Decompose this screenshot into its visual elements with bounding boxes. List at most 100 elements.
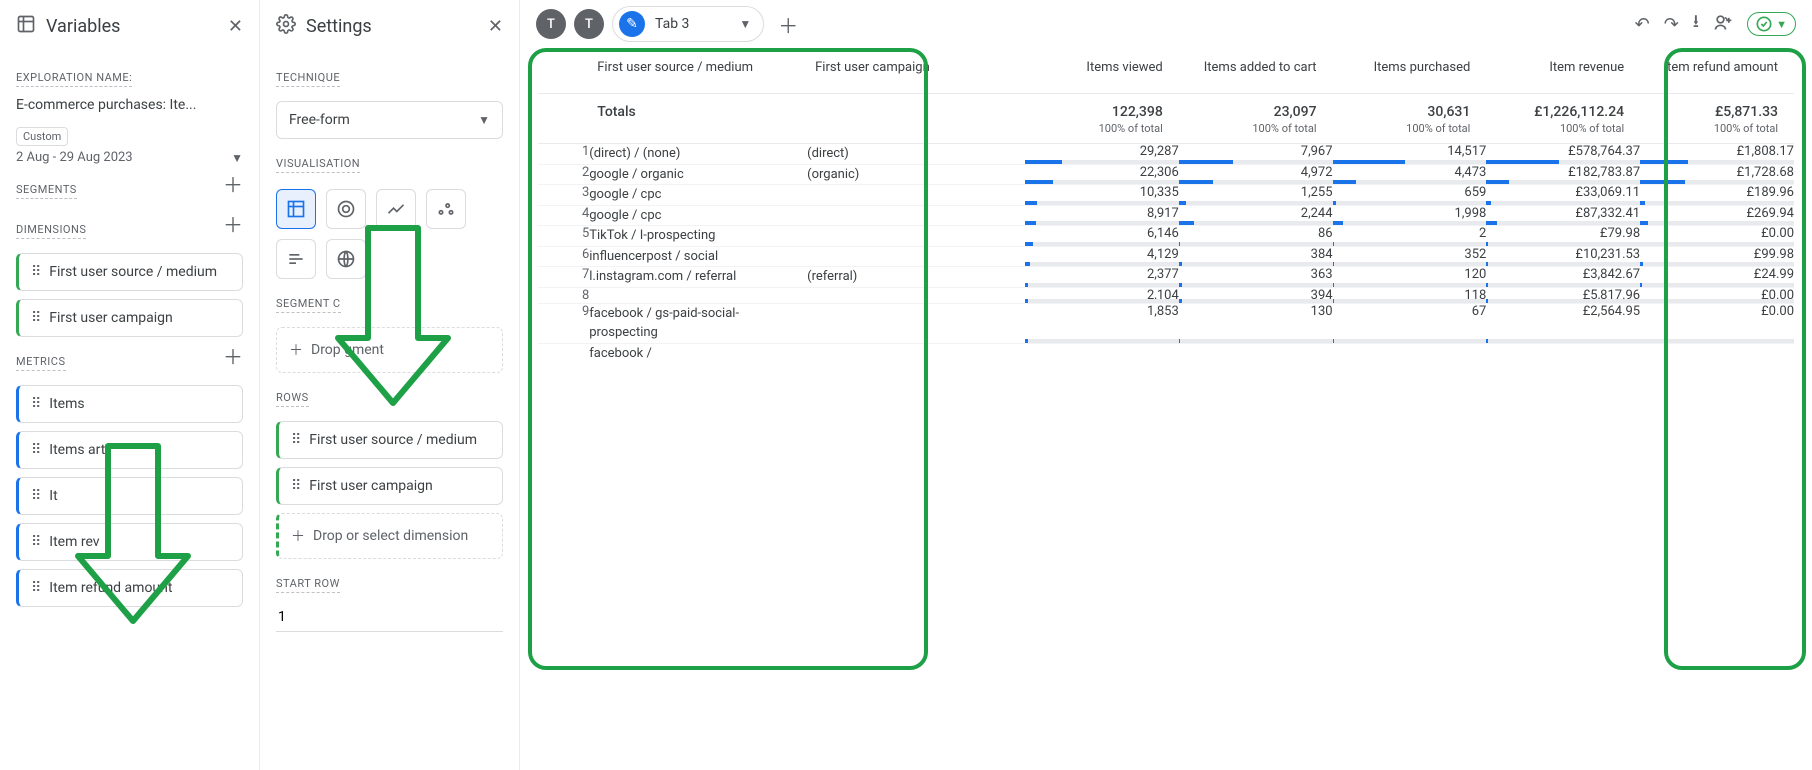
drag-handle-icon: ⠿ — [31, 442, 41, 458]
close-icon[interactable]: ✕ — [228, 18, 243, 36]
totals-items-purchased: 30,631100% of total — [1333, 94, 1487, 144]
col-first-user-campaign[interactable]: First user campaign — [807, 48, 1025, 94]
totals-item-revenue: £1,226,112.24100% of total — [1486, 94, 1640, 144]
tab-1-button[interactable]: T — [536, 9, 566, 39]
download-icon[interactable]: ⭳ — [1693, 9, 1699, 39]
exploration-name[interactable]: E-commerce purchases: Ite... — [16, 97, 243, 113]
chip-item-rev[interactable]: ⠿ Item rev — [16, 523, 243, 561]
pencil-icon: ✎ — [619, 11, 645, 37]
table-row[interactable]: 7l.instagram.com / referral(referral)2,3… — [538, 267, 1794, 288]
chip-label: Items — [49, 396, 84, 412]
undo-icon[interactable]: ↶ — [1635, 14, 1650, 35]
chip-first-user-campaign[interactable]: ⠿ First user campaign — [16, 299, 243, 337]
drop-segment-zone[interactable]: ＋ Drop gment — [276, 327, 503, 373]
table-row[interactable]: 4google / cpc8,9172,2441,998£87,332.41£2… — [538, 205, 1794, 226]
drag-handle-icon: ⠿ — [291, 432, 301, 448]
date-preset-chip[interactable]: Custom — [16, 127, 68, 146]
segments-label: SEGMENTS — [16, 183, 77, 199]
add-tab-button[interactable]: ＋ — [772, 8, 804, 40]
drop-dimension-label: Drop or select dimension — [313, 528, 468, 544]
chip-label: First user campaign — [49, 310, 172, 326]
share-icon[interactable] — [1713, 12, 1733, 37]
data-table-wrap: First user source / medium First user ca… — [520, 48, 1812, 770]
table-row[interactable]: 82,104394118£5,817.96£0.00 — [538, 287, 1794, 303]
chip-first-user-source-medium[interactable]: ⠿ First user source / medium — [276, 421, 503, 459]
chip-label: Items art — [49, 442, 105, 458]
chevron-down-icon: ▼ — [478, 113, 490, 127]
chip-label: Item refund amount — [49, 580, 172, 596]
drag-handle-icon: ⠿ — [291, 478, 301, 494]
add-metric-button[interactable]: ＋ — [223, 347, 243, 367]
table-row[interactable]: facebook / — [538, 343, 1794, 363]
col-item-revenue[interactable]: Item revenue — [1486, 48, 1640, 94]
table-row[interactable]: 3google / cpc10,3351,255659£33,069.11£18… — [538, 185, 1794, 206]
drag-handle-icon: ⠿ — [31, 310, 41, 326]
technique-label: TECHNIQUE — [276, 71, 340, 87]
data-table: First user source / medium First user ca… — [538, 48, 1794, 363]
start-row-input[interactable] — [276, 603, 503, 632]
plus-icon: ＋ — [291, 526, 305, 546]
main-area: T T ✎ Tab 3 ▼ ＋ ↶ ↷ ⭳ ▼ — [520, 0, 1812, 770]
chip-item-refund-amount[interactable]: ⠿Item refund amount — [16, 569, 243, 607]
col-items-purchased[interactable]: Items purchased — [1333, 48, 1487, 94]
chip-first-user-campaign[interactable]: ⠿First user campaign — [276, 467, 503, 505]
chip-items[interactable]: ⠿ Items — [16, 385, 243, 423]
table-row[interactable]: 1(direct) / (none)(direct)29,2877,96714,… — [538, 144, 1794, 165]
start-row-label: START ROW — [276, 577, 340, 593]
table-row[interactable]: 6influencerpost / social4,129384352£10,2… — [538, 246, 1794, 267]
col-items-viewed[interactable]: Items viewed — [1025, 48, 1179, 94]
chip-first-user-source-medium[interactable]: ⠿First user source / medium — [16, 253, 243, 291]
close-icon[interactable]: ✕ — [488, 18, 503, 36]
gear-icon — [276, 14, 296, 39]
dimensions-label: DIMENSIONS — [16, 223, 86, 239]
drop-segment-label: Drop gment — [311, 342, 384, 358]
variables-panel: Variables ✕ EXPLORATION NAME: E-commerce… — [0, 0, 260, 770]
variables-icon — [16, 14, 36, 39]
chevron-down-icon[interactable]: ▼ — [739, 17, 757, 31]
col-first-user-source-medium[interactable]: First user source / medium — [589, 48, 807, 94]
drag-handle-icon: ⠿ — [31, 534, 41, 550]
table-row[interactable]: 2google / organic(organic)22,3064,9724,4… — [538, 164, 1794, 185]
viz-table-button[interactable] — [276, 189, 316, 229]
drag-handle-icon: ⠿ — [31, 396, 41, 412]
col-items-added-to-cart[interactable]: Items added to cart — [1179, 48, 1333, 94]
viz-bar-button[interactable] — [276, 239, 316, 279]
tab-active-name: Tab 3 — [655, 16, 729, 32]
viz-line-button[interactable] — [376, 189, 416, 229]
chip-label: It — [49, 488, 57, 504]
chip-label: First user source / medium — [309, 432, 477, 448]
chip-label: First user source / medium — [49, 264, 217, 280]
add-segment-button[interactable]: ＋ — [223, 175, 243, 195]
chip-items-art[interactable]: ⠿ Items art — [16, 431, 243, 469]
visualisation-label: VISUALISATION — [276, 157, 360, 173]
settings-panel: Settings ✕ TECHNIQUE Free-form ▼ VISUALI… — [260, 0, 520, 770]
toolbar: T T ✎ Tab 3 ▼ ＋ ↶ ↷ ⭳ ▼ — [520, 0, 1812, 48]
status-check-button[interactable]: ▼ — [1747, 12, 1796, 36]
chip-label: Item rev — [49, 534, 99, 550]
date-range-picker[interactable]: 2 Aug - 29 Aug 2023 ▼ — [16, 150, 243, 165]
metrics-label: METRICS — [16, 355, 66, 371]
totals-items-viewed: 122,398100% of total — [1025, 94, 1179, 144]
viz-donut-button[interactable] — [326, 189, 366, 229]
totals-items-added: 23,097100% of total — [1179, 94, 1333, 144]
chevron-down-icon: ▼ — [231, 151, 243, 165]
drop-dimension-zone[interactable]: ＋ Drop or select dimension — [276, 513, 503, 559]
tab-active[interactable]: ✎ Tab 3 ▼ — [612, 6, 764, 42]
redo-icon[interactable]: ↷ — [1664, 14, 1679, 35]
chip-it[interactable]: ⠿ It — [16, 477, 243, 515]
viz-geo-button[interactable] — [326, 239, 366, 279]
technique-value: Free-form — [289, 112, 350, 128]
add-dimension-button[interactable]: ＋ — [223, 215, 243, 235]
settings-title: Settings — [306, 16, 372, 37]
plus-icon: ＋ — [289, 340, 303, 360]
totals-item-refund: £5,871.33100% of total — [1640, 94, 1794, 144]
viz-scatter-button[interactable] — [426, 189, 466, 229]
segment-comp-label: SEGMENT C — [276, 297, 341, 313]
tab-2-button[interactable]: T — [574, 9, 604, 39]
table-row[interactable]: 9facebook / gs-paid-social-prospecting1,… — [538, 303, 1794, 343]
rows-label: ROWS — [276, 391, 309, 407]
col-item-refund-amount[interactable]: Item refund amount — [1640, 48, 1794, 94]
technique-dropdown[interactable]: Free-form ▼ — [276, 101, 503, 139]
table-row[interactable]: 5TikTok / I-prospecting6,146862£79.98£0.… — [538, 226, 1794, 247]
drag-handle-icon: ⠿ — [31, 488, 41, 504]
